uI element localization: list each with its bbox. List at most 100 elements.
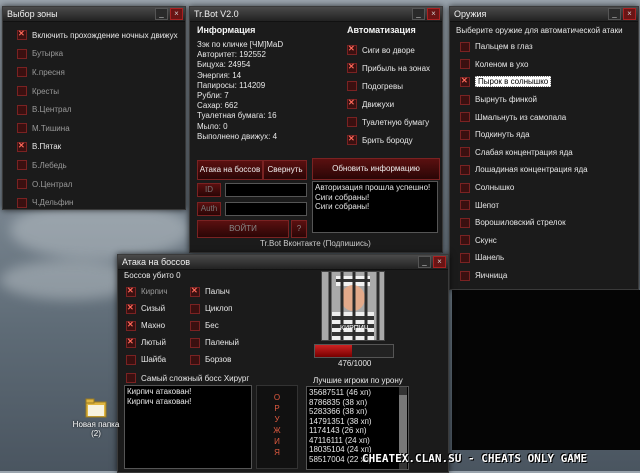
checkbox-icon xyxy=(126,303,136,314)
zone-item[interactable]: В.Пятак xyxy=(17,138,185,157)
auth-field[interactable] xyxy=(225,202,307,216)
weapon-item[interactable]: Ворошиловский стрелок xyxy=(460,214,588,232)
info-header: Информация xyxy=(197,25,256,35)
zone-item[interactable]: Б.Лебедь xyxy=(17,156,185,175)
minimize-icon[interactable]: _ xyxy=(155,8,168,20)
desktop-folder[interactable]: Новая папка (2) xyxy=(66,396,126,438)
zone-item[interactable]: Ч.Дельфин xyxy=(17,193,185,209)
boss-item[interactable]: Паленый xyxy=(190,334,239,351)
checkbox-icon xyxy=(126,373,136,383)
auth-label: Auth xyxy=(197,202,221,216)
checkbox-icon xyxy=(460,270,470,281)
scroll-thumb[interactable] xyxy=(399,395,407,455)
boss-item[interactable]: Палыч xyxy=(190,283,239,300)
weapons-subtitle: Выберите оружие для автоматической атаки xyxy=(456,26,623,35)
trbot-footer-link[interactable]: Tr.Bot Вконтакте (Подпишись) xyxy=(260,239,371,248)
minimize-icon[interactable]: _ xyxy=(608,8,621,20)
weapons-letter: Р xyxy=(274,404,280,413)
auto-item[interactable]: Движухи xyxy=(347,95,430,113)
boss-item-label: Борзов xyxy=(205,355,232,364)
weapon-item[interactable]: Лошадиная концентрация яда xyxy=(460,161,588,179)
weapon-item[interactable]: Пырок в солнышко xyxy=(460,73,588,91)
auto-item[interactable]: Туалетную бумагу xyxy=(347,113,430,131)
zone-window: Выбор зоны _ × Включить прохождение ночн… xyxy=(2,6,186,210)
update-info-button[interactable]: Обновить информацию xyxy=(312,158,440,180)
weapon-item[interactable]: Подкинуть яда xyxy=(460,126,588,144)
zone-item-label: В.Централ xyxy=(32,105,72,115)
close-icon[interactable]: × xyxy=(623,8,636,20)
boss-hp-text: 476/1000 xyxy=(338,359,372,368)
boss-portrait: КИРПИЧ xyxy=(321,271,385,341)
weapon-item[interactable]: Шепот xyxy=(460,196,588,214)
zone-item[interactable]: Кресты xyxy=(17,82,185,101)
weapon-item[interactable]: Скунс xyxy=(460,232,588,250)
boss-item[interactable]: Сизый xyxy=(126,300,168,317)
zone-item-label: К.пресня xyxy=(32,67,65,77)
boss-item[interactable]: Кирпич xyxy=(126,283,168,300)
zone-item[interactable]: К.пресня xyxy=(17,63,185,82)
weapon-item-label: Шанель xyxy=(475,253,505,263)
id-field[interactable] xyxy=(225,183,307,197)
weapons-titlebar[interactable]: Оружия _ × xyxy=(450,7,638,22)
boss-attack-button[interactable]: Атака на боссов xyxy=(197,160,263,180)
auto-item[interactable]: Сиги во дворе xyxy=(347,41,430,59)
help-button[interactable]: ? xyxy=(291,220,307,238)
weapon-item[interactable]: Вырнуть финкой xyxy=(460,91,588,109)
auto-item[interactable]: Брить бороду xyxy=(347,131,430,149)
weapon-item[interactable]: Яичница xyxy=(460,267,588,285)
boss-item[interactable]: Циклоп xyxy=(190,300,239,317)
info-line: Туалетная бумага: 16 xyxy=(197,111,277,121)
weapon-item-label: Солнышко xyxy=(475,183,515,193)
zone-item-label: Кресты xyxy=(32,86,59,96)
weapon-item[interactable]: Солнышко xyxy=(460,179,588,197)
trbot-titlebar[interactable]: Tr.Bot V2.0 _ × xyxy=(190,7,442,22)
close-icon[interactable]: × xyxy=(433,256,446,268)
weapon-item[interactable]: Шанель xyxy=(460,249,588,267)
boss-item-label: Палыч xyxy=(205,287,230,296)
auto-item[interactable]: Подогревы xyxy=(347,77,430,95)
auto-item[interactable]: Прибыль на зонах xyxy=(347,59,430,77)
weapons-vertical-button[interactable]: ОРУЖИЯ xyxy=(256,385,298,469)
close-icon[interactable]: × xyxy=(170,8,183,20)
checkbox-icon xyxy=(347,98,357,109)
checkbox-icon xyxy=(190,320,200,331)
trbot-title: Tr.Bot V2.0 xyxy=(194,9,239,19)
boss-item[interactable]: Шайба xyxy=(126,351,168,368)
zone-item-label: Б.Лебедь xyxy=(32,160,67,170)
weapons-letter: И xyxy=(274,437,280,446)
zone-item-label: Ч.Дельфин xyxy=(32,198,74,208)
zone-item[interactable]: Включить прохождение ночных движух xyxy=(17,26,185,45)
id-label: ID xyxy=(197,183,221,197)
zone-item[interactable]: В.Централ xyxy=(17,100,185,119)
zone-item[interactable]: Бутырка xyxy=(17,45,185,64)
boss-titlebar[interactable]: Атака на боссов _ × xyxy=(118,255,448,270)
auto-item-label: Прибыль на зонах xyxy=(362,63,431,73)
close-icon[interactable]: × xyxy=(427,8,440,20)
zone-item-label: О.Централ xyxy=(32,179,73,189)
boss-item[interactable]: Борзов xyxy=(190,351,239,368)
checkbox-icon xyxy=(460,94,470,105)
weapon-item[interactable]: Шмальнуть из самопала xyxy=(460,108,588,126)
boss-item[interactable]: Бес xyxy=(190,317,239,334)
weapon-item[interactable]: Слабая концентрация яда xyxy=(460,144,588,162)
collapse-button[interactable]: Свернуть xyxy=(263,160,307,180)
weapon-item[interactable]: Пальцем в глаз xyxy=(460,38,588,56)
weapons-letter: Ж xyxy=(273,426,281,435)
zone-item[interactable]: М.Тишина xyxy=(17,119,185,138)
boss-item[interactable]: Махно xyxy=(126,317,168,334)
checkbox-icon xyxy=(460,112,470,123)
boss-item-label: Лютый xyxy=(141,338,166,347)
login-button[interactable]: ВОЙТИ xyxy=(197,220,289,238)
info-line: Сахар: 662 xyxy=(197,101,238,111)
boss-item-label: Кирпич xyxy=(141,287,168,296)
boss-item-label: Махно xyxy=(141,321,166,330)
zone-item[interactable]: О.Централ xyxy=(17,175,185,194)
weapon-item[interactable]: Коленом в ухо xyxy=(460,56,588,74)
info-line: Энергия: 14 xyxy=(197,70,242,80)
boss-item[interactable]: Лютый xyxy=(126,334,168,351)
minimize-icon[interactable]: _ xyxy=(418,256,431,268)
top-players-title: Лучшие игроки по урону xyxy=(313,376,403,385)
boss-column-2: Палыч Циклоп Бес Паленый Борзов xyxy=(190,283,239,368)
minimize-icon[interactable]: _ xyxy=(412,8,425,20)
zone-titlebar[interactable]: Выбор зоны _ × xyxy=(3,7,185,22)
